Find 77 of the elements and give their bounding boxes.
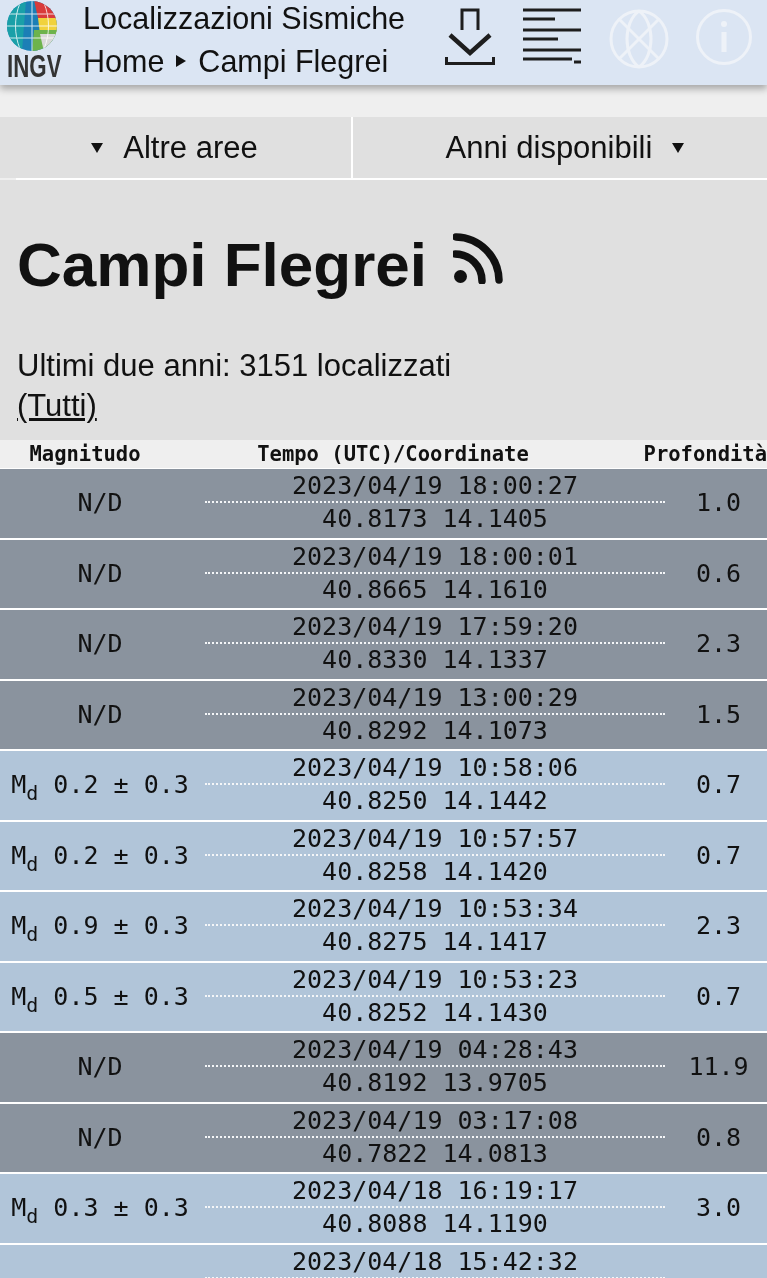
table-row[interactable]: M$_{d}$ 0.2 ± 0.3 2023/04/19 10:57:57 40.8258 14.1420 0.7 bbox=[0, 821, 767, 890]
caret-down-icon bbox=[91, 142, 104, 153]
table-row[interactable]: N/D 2023/04/19 18:00:01 40.8665 14.1610 0.6 bbox=[0, 539, 767, 608]
coordinates-text: 40.8192 13.9705 bbox=[322, 1067, 548, 1098]
depth-cell: 0.8 bbox=[695, 1122, 742, 1153]
column-header: Profondità bbox=[643, 442, 767, 466]
magnitude-cell: N/D bbox=[77, 488, 123, 519]
coordinates-text: 40.8173 14.1405 bbox=[322, 503, 548, 534]
time-text: 2023/04/19 17:59:20 bbox=[292, 611, 578, 642]
time-text: 2023/04/18 16:19:17 bbox=[292, 1175, 578, 1206]
coordinates-text: 40.8258 14.1420 bbox=[322, 855, 548, 887]
rss-icon bbox=[453, 232, 503, 284]
table-row[interactable]: N/D 2023/04/19 04:28:43 40.8192 13.9705 11.9 bbox=[0, 1033, 767, 1102]
summary-text: Ultimi due anni: 3151 localizzati bbox=[17, 347, 452, 385]
app-title: Localizzazioni Sismiche bbox=[83, 0, 406, 36]
coordinates-text: 40.8665 14.1610 bbox=[322, 573, 548, 605]
table-row[interactable]: M$_{d}$ 0.5 ± 0.3 2023/04/19 10:53:23 40.8252 14.1430 0.7 bbox=[0, 962, 767, 1031]
caret-right-icon bbox=[176, 55, 187, 67]
logo-text: INGV bbox=[7, 52, 62, 81]
depth-cell: 1.0 bbox=[695, 488, 742, 519]
time-text: 2023/04/19 10:53:34 bbox=[292, 893, 578, 924]
magnitude-cell: M$_{d}$ 0.9 ± 0.3 bbox=[11, 911, 189, 942]
breadcrumb-link[interactable]: Home bbox=[83, 41, 165, 81]
depth-cell: 11.9 bbox=[688, 1052, 749, 1083]
rss-feed-link[interactable] bbox=[453, 232, 503, 284]
coordinates-text: 40.8250 14.1442 bbox=[322, 785, 548, 816]
magnitude-cell: N/D bbox=[77, 629, 123, 660]
depth-cell: 0.7 bbox=[695, 840, 742, 871]
show-all-link[interactable]: (Tutti) bbox=[17, 386, 97, 426]
depth-cell: 3.0 bbox=[695, 1193, 742, 1224]
depth-cell: 2.3 bbox=[695, 629, 742, 660]
table-row[interactable]: N/D 2023/04/19 03:17:08 40.7822 14.0813 0.8 bbox=[0, 1103, 767, 1172]
magnitude-cell: N/D bbox=[77, 699, 123, 730]
magnitude-cell: M$_{d}$ 0.3 ± 0.3 bbox=[11, 1193, 189, 1224]
coordinates-text: 40.8275 14.1417 bbox=[322, 926, 548, 957]
list-icon bbox=[522, 8, 582, 64]
magnitude-cell: M$_{d}$ 0.2 ± 0.3 bbox=[11, 840, 189, 871]
table-row[interactable]: M$_{d}$ 0.2 ± 0.3 2023/04/19 10:58:06 40.8250 14.1442 0.7 bbox=[0, 751, 767, 820]
page-title: Campi Flegrei bbox=[17, 230, 427, 300]
depth-cell: 1.5 bbox=[695, 699, 742, 730]
table-row[interactable]: N/D 2023/04/19 13:00:29 40.8292 14.1073 1.5 bbox=[0, 680, 767, 749]
caret-down-icon bbox=[672, 142, 685, 153]
coordinates-text: 40.7822 14.0813 bbox=[322, 1137, 548, 1169]
coordinates-text: 40.8292 14.1073 bbox=[322, 714, 548, 746]
column-header: Magnitudo bbox=[29, 442, 141, 466]
time-text: 2023/04/19 18:00:01 bbox=[292, 540, 578, 572]
depth-cell: 0.7 bbox=[695, 981, 742, 1012]
magnitude-cell: M$_{d}$ 0.5 ± 0.3 bbox=[11, 981, 189, 1012]
time-text: 2023/04/19 18:00:27 bbox=[292, 470, 578, 501]
time-text: 2023/04/19 10:53:23 bbox=[292, 963, 578, 995]
download-icon bbox=[445, 8, 495, 66]
coordinates-text: 40.8330 14.1337 bbox=[322, 644, 548, 675]
table-row[interactable]: N/D 2023/04/19 18:00:27 40.8173 14.1405 1.0 bbox=[0, 469, 767, 538]
table-row[interactable]: 2023/04/18 15:42:32 bbox=[0, 1244, 767, 1278]
time-text: 2023/04/19 10:57:57 bbox=[292, 822, 578, 854]
depth-cell: 0.6 bbox=[695, 558, 742, 589]
magnitude-cell: N/D bbox=[77, 1052, 123, 1083]
time-text: 2023/04/19 04:28:43 bbox=[292, 1034, 578, 1065]
depth-cell: 0.7 bbox=[695, 770, 742, 801]
breadcrumb-current: Campi Flegrei bbox=[198, 43, 389, 81]
magnitude-cell: M$_{d}$ 0.2 ± 0.3 bbox=[11, 770, 189, 801]
download-button[interactable] bbox=[445, 8, 495, 66]
dropdown-button[interactable]: Anni disponibili bbox=[353, 117, 767, 178]
column-header: Tempo (UTC)/Coordinate bbox=[257, 442, 529, 466]
table-row[interactable]: M$_{d}$ 0.9 ± 0.3 2023/04/19 10:53:34 40.8275 14.1417 2.3 bbox=[0, 892, 767, 961]
time-text: 2023/04/19 03:17:08 bbox=[292, 1104, 578, 1136]
time-text: 2023/04/19 10:58:06 bbox=[292, 752, 578, 783]
time-text: 2023/04/19 13:00:29 bbox=[292, 681, 578, 713]
depth-cell: 2.3 bbox=[695, 911, 742, 942]
magnitude-cell: N/D bbox=[77, 558, 123, 589]
list-button[interactable] bbox=[522, 8, 582, 64]
coordinates-text: 40.8088 14.1190 bbox=[322, 1208, 548, 1239]
coordinates-text: 40.8252 14.1430 bbox=[322, 996, 548, 1028]
magnitude-cell: N/D bbox=[77, 1122, 123, 1153]
time-text: 2023/04/18 15:42:32 bbox=[292, 1245, 578, 1277]
table-row[interactable]: N/D 2023/04/19 17:59:20 40.8330 14.1337 2.3 bbox=[0, 610, 767, 679]
table-row[interactable]: M$_{d}$ 0.3 ± 0.3 2023/04/18 16:19:17 40.8088 14.1190 3.0 bbox=[0, 1174, 767, 1243]
